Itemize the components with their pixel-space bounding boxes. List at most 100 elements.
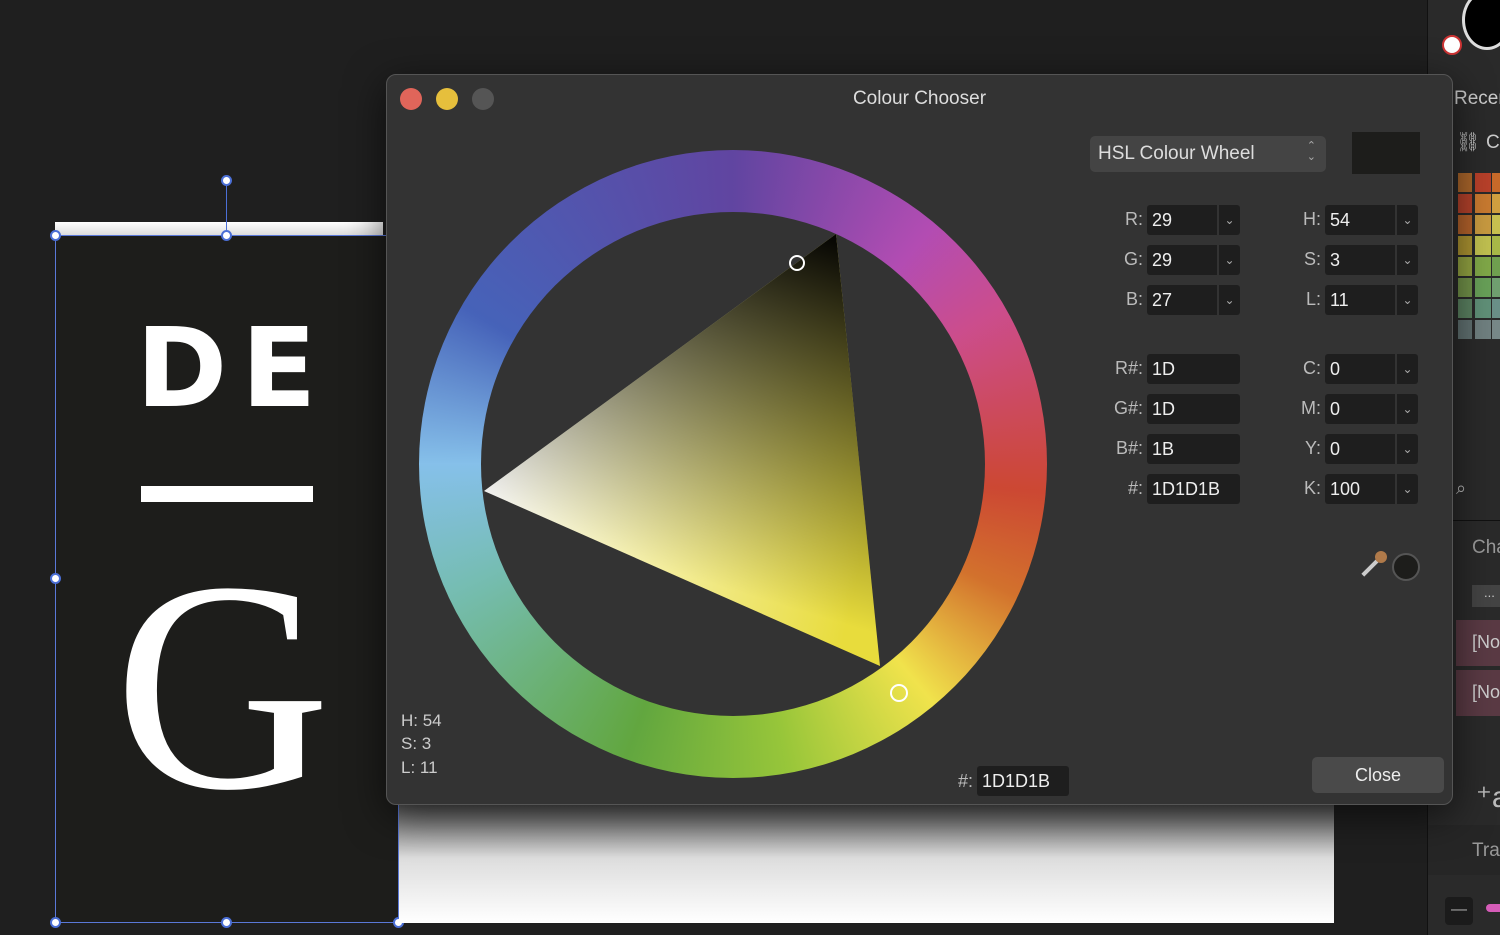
h-value: 54 (1330, 210, 1351, 230)
selection-handle[interactable] (50, 573, 61, 584)
chevron-down-icon[interactable]: ⌄ (1217, 285, 1240, 315)
gradient-shape[interactable] (399, 805, 1334, 923)
r-hex-value: 1D (1152, 359, 1176, 379)
chevron-down-icon[interactable]: ⌄ (1395, 285, 1418, 315)
minus-button[interactable]: — (1445, 897, 1473, 925)
r-hex-label: R#: (1114, 358, 1143, 378)
chevron-down-icon[interactable]: ⌄ (1217, 245, 1240, 275)
k-label: K: (1303, 478, 1321, 498)
palette-swatch[interactable] (1475, 299, 1491, 318)
b-hex-field[interactable]: 1B (1147, 434, 1240, 464)
k-field[interactable]: 100 ⌄ (1325, 474, 1418, 504)
palette-swatch[interactable] (1492, 215, 1500, 234)
add-text-style-icon[interactable]: ⁺a (1476, 780, 1500, 815)
chevron-down-icon[interactable]: ⌄ (1217, 205, 1240, 235)
c-field[interactable]: 0 ⌄ (1325, 354, 1418, 384)
pink-slider[interactable] (1486, 904, 1500, 912)
g-value: 29 (1152, 250, 1173, 270)
link-icon[interactable]: ⛓ (1456, 130, 1480, 154)
artboard-top-strip (55, 222, 383, 235)
selection-handle[interactable] (50, 230, 61, 241)
palette-swatch[interactable] (1458, 236, 1472, 255)
palette-swatch[interactable] (1475, 215, 1491, 234)
current-colour-swatch (1352, 132, 1420, 174)
palette-swatch[interactable] (1492, 173, 1500, 192)
g-field[interactable]: 29 ⌄ (1147, 245, 1240, 275)
c-label: C: (1303, 358, 1321, 378)
hex-input[interactable]: 1D1D1B (977, 766, 1069, 796)
palette-swatch[interactable] (1492, 257, 1500, 276)
g-hex-field[interactable]: 1D (1147, 394, 1240, 424)
palette-swatch[interactable] (1458, 215, 1472, 234)
y-field[interactable]: 0 ⌄ (1325, 434, 1418, 464)
mode-select[interactable]: HSL Colour Wheel ⌃ ⌄ (1090, 136, 1326, 172)
c-value: 0 (1330, 359, 1341, 379)
palette-swatch[interactable] (1475, 257, 1491, 276)
readout-s: S: 3 (401, 734, 432, 753)
palette-swatch[interactable] (1492, 320, 1500, 339)
s-label: S: (1303, 249, 1321, 269)
m-value: 0 (1330, 399, 1341, 419)
chevron-down-icon[interactable]: ⌄ (1395, 354, 1418, 384)
b-value: 27 (1152, 290, 1173, 310)
palette-swatch[interactable] (1492, 194, 1500, 213)
palette-swatch[interactable] (1458, 320, 1472, 339)
palette-swatch[interactable] (1475, 320, 1491, 339)
fill-swatch[interactable] (1462, 0, 1500, 50)
rotate-handle[interactable] (221, 175, 232, 186)
chars-label: Cha (1472, 537, 1500, 558)
chevron-down-icon[interactable]: ⌄ (1395, 434, 1418, 464)
close-button[interactable]: Close (1312, 757, 1444, 793)
b-label: B: (1125, 289, 1143, 309)
r-value: 29 (1152, 210, 1173, 230)
b-field[interactable]: 27 ⌄ (1147, 285, 1240, 315)
artboard[interactable]: DE G (55, 235, 399, 923)
m-label: M: (1301, 398, 1321, 418)
no-fill-icon[interactable] (1442, 35, 1462, 55)
search-icon[interactable]: ⌕ (1456, 478, 1466, 499)
palette-swatch[interactable] (1475, 173, 1491, 192)
selection-handle[interactable] (221, 917, 232, 928)
palette-swatch[interactable] (1492, 236, 1500, 255)
h-label: H: (1303, 209, 1321, 229)
r-field[interactable]: 29 ⌄ (1147, 205, 1240, 235)
selection-handle[interactable] (221, 230, 232, 241)
chevron-down-icon[interactable]: ⌄ (1395, 474, 1418, 504)
chevron-down-icon[interactable]: ⌄ (1395, 394, 1418, 424)
logo-text-top: DE (136, 304, 331, 432)
colour-picker-eyedropper-icon[interactable] (1357, 548, 1393, 584)
palette-swatch[interactable] (1475, 236, 1491, 255)
more-button[interactable]: ... (1472, 585, 1500, 607)
logo-divider (141, 486, 313, 502)
palette-swatch[interactable] (1475, 278, 1491, 297)
colours-label: Co (1486, 132, 1500, 153)
style-item[interactable]: [No (1456, 620, 1500, 666)
r-hex-field[interactable]: 1D (1147, 354, 1240, 384)
palette-swatch[interactable] (1458, 278, 1472, 297)
palette-swatch[interactable] (1458, 194, 1472, 213)
readout-h: H: 54 (401, 711, 442, 730)
palette-swatch[interactable] (1458, 299, 1472, 318)
hex-field[interactable]: 1D1D1B (1147, 474, 1240, 504)
palette-swatch[interactable] (1475, 194, 1491, 213)
selection-handle[interactable] (50, 917, 61, 928)
palette-swatch[interactable] (1492, 299, 1500, 318)
s-value: 3 (1330, 250, 1341, 270)
b-hex-label: B#: (1115, 438, 1143, 458)
chevron-down-icon[interactable]: ⌄ (1395, 245, 1418, 275)
style-item[interactable]: [No (1456, 670, 1500, 716)
y-label: Y: (1304, 438, 1321, 458)
s-field[interactable]: 3 ⌄ (1325, 245, 1418, 275)
dialog-title: Colour Chooser (852, 88, 987, 109)
m-field[interactable]: 0 ⌄ (1325, 394, 1418, 424)
mode-select-value: HSL Colour Wheel (1098, 143, 1255, 164)
h-field[interactable]: 54 ⌄ (1325, 205, 1418, 235)
chevron-updown-icon: ⌃ ⌄ (1306, 140, 1316, 163)
palette-swatch[interactable] (1492, 278, 1500, 297)
g-label: G: (1123, 249, 1143, 269)
readout-l: L: 11 (401, 758, 438, 777)
l-field[interactable]: 11 ⌄ (1325, 285, 1418, 315)
palette-swatch[interactable] (1458, 257, 1472, 276)
chevron-down-icon[interactable]: ⌄ (1395, 205, 1418, 235)
palette-swatch[interactable] (1458, 173, 1472, 192)
